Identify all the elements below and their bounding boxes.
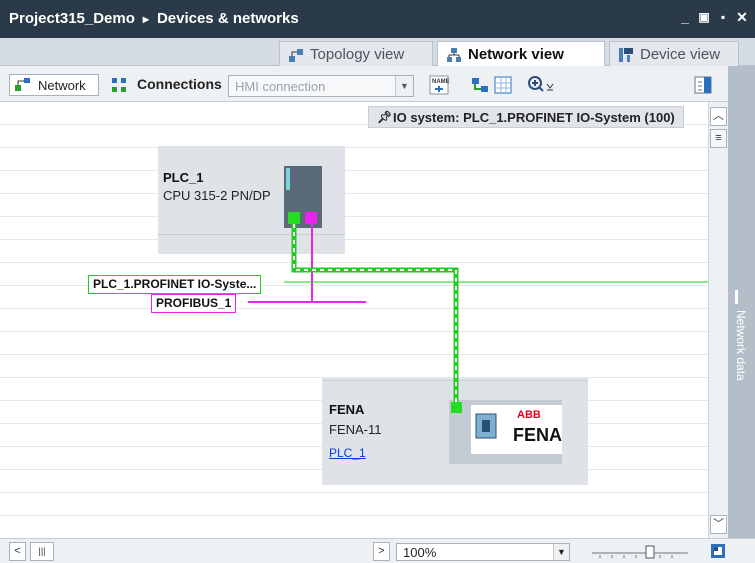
grid-icon[interactable] [493, 75, 513, 95]
network-data-panel[interactable]: Network data [728, 66, 755, 538]
connections-label[interactable]: Connections [137, 76, 222, 92]
breadcrumb-devices-networks[interactable]: Devices & networks [157, 10, 299, 27]
scroll-right-button[interactable]: > [373, 542, 390, 561]
minimize-button[interactable]: _ [678, 10, 692, 24]
restore-button[interactable]: ▣ [697, 10, 711, 24]
tab-device-view[interactable]: Device view [609, 41, 739, 66]
connection-type-select[interactable]: HMI connection ▼ [228, 75, 414, 97]
io-system-label[interactable]: 📌︎ IO system: PLC_1.PROFINET IO-System (… [368, 106, 684, 128]
close-button[interactable]: ✕ [735, 10, 749, 24]
tab-network-view[interactable]: Network view [437, 41, 605, 67]
network-canvas[interactable]: 📌︎ IO system: PLC_1.PROFINET IO-System (… [0, 102, 708, 538]
scroll-down-button[interactable]: ﹀ [710, 515, 727, 534]
breadcrumb-separator-icon: ▸ [142, 12, 149, 26]
panel-collapse-handle[interactable] [735, 290, 738, 304]
connections-icon[interactable] [110, 76, 128, 94]
fena-profinet-port[interactable] [451, 402, 462, 413]
zoom-in-icon[interactable] [527, 75, 557, 95]
network-icon [447, 48, 461, 62]
pin-icon[interactable]: 📌︎ [377, 110, 392, 124]
tab-topology-view[interactable]: Topology view [279, 41, 433, 66]
chevron-down-icon[interactable]: ▼ [553, 544, 569, 560]
chevron-down-icon[interactable]: ▼ [395, 76, 413, 96]
device-icon [619, 48, 633, 62]
profinet-port[interactable] [288, 212, 300, 224]
window-title-bar: Project315_Demo ▸ Devices & networks _ ▣ ▪… [0, 0, 755, 38]
network-button-label: Network [38, 78, 86, 93]
tab-topology-label: Topology view [310, 46, 405, 63]
scroll-up-button[interactable]: ︿ [710, 107, 727, 126]
zoom-value: 100% [403, 545, 437, 560]
status-bar: < ||| > 100% ▼ [0, 538, 755, 563]
horizontal-scroll-thumb[interactable]: ||| [30, 542, 54, 561]
plc-device-divider [158, 234, 345, 235]
profinet-network-label[interactable]: PLC_1.PROFINET IO-Syste... [88, 275, 262, 294]
abb-logo: ABB [517, 409, 541, 421]
network-diagram [158, 146, 708, 485]
scroll-left-button[interactable]: < [9, 542, 26, 561]
breadcrumb: Project315_Demo ▸ Devices & networks [9, 10, 299, 27]
profibus-port[interactable] [305, 212, 317, 224]
fena-plug-inner [482, 420, 490, 432]
topology-icon [289, 49, 303, 62]
network-button[interactable]: Network [9, 74, 99, 96]
fena-type: FENA-11 [329, 422, 382, 437]
profibus-network-label[interactable]: PROFIBUS_1 [151, 294, 237, 313]
scroll-thumb[interactable]: ≡ [710, 129, 727, 148]
tab-network-label: Network view [468, 46, 564, 63]
fena-logo-text: FENA [513, 425, 562, 445]
zoom-slider[interactable] [592, 543, 688, 561]
vertical-scrollbar[interactable]: ︿ ≡ ﹀ [708, 102, 728, 538]
view-tabs: Topology view Network view Device view [0, 38, 755, 67]
plc-type: CPU 315-2 PN/DP [163, 188, 271, 203]
zoom-select[interactable]: 100% ▼ [396, 543, 570, 561]
svg-text:NAME: NAME [432, 79, 449, 85]
show-names-icon[interactable]: NAME [429, 75, 449, 95]
toolbar: Network Connections HMI connection ▼ NAM… [0, 66, 755, 102]
tab-device-label: Device view [640, 46, 721, 63]
panel-toggle-icon[interactable] [693, 75, 713, 95]
overview-navigation-icon[interactable] [710, 542, 726, 560]
fena-name: FENA [329, 402, 365, 417]
network-mode-icon [15, 78, 30, 91]
plc-name: PLC_1 [163, 170, 204, 185]
connection-type-value: HMI connection [235, 79, 326, 94]
zoom-slider-thumb[interactable] [645, 545, 655, 559]
tile-button[interactable]: ▪ [716, 10, 730, 24]
fena-plc-link[interactable]: PLC_1 [329, 446, 366, 460]
breadcrumb-project[interactable]: Project315_Demo [9, 10, 135, 27]
cpu-led-strip [286, 168, 290, 190]
network-overview-icon[interactable] [470, 75, 490, 95]
io-system-text: IO system: PLC_1.PROFINET IO-System (100… [393, 110, 675, 125]
network-data-label[interactable]: Network data [734, 310, 748, 381]
